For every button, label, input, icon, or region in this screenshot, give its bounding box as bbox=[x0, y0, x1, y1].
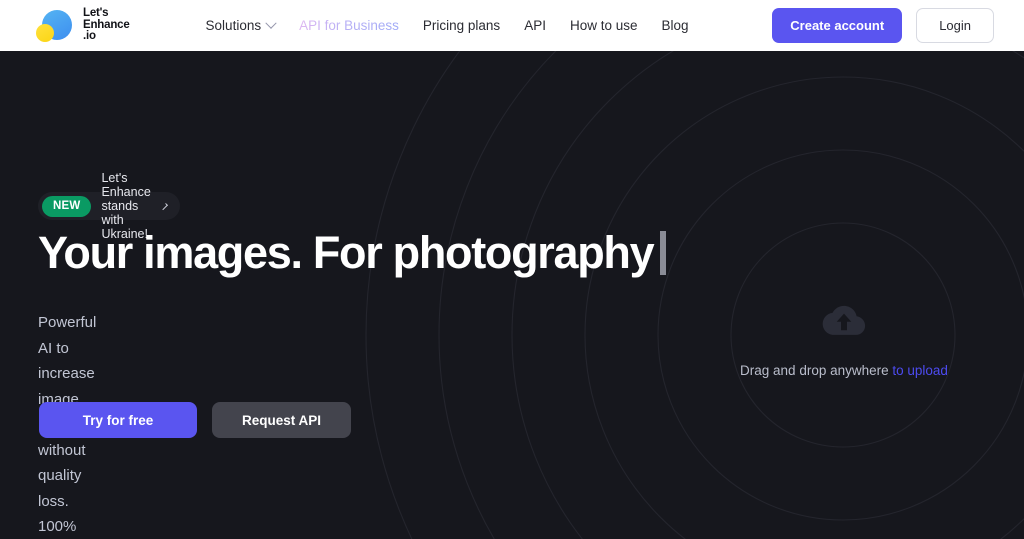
nav-item-label: Pricing plans bbox=[422, 18, 501, 33]
letsenhance-logo-icon bbox=[36, 8, 74, 44]
logo-yellow-circle bbox=[36, 23, 54, 42]
nav-item-blog[interactable]: Blog bbox=[650, 12, 701, 39]
page-title-text: Your images. For photography bbox=[38, 227, 655, 278]
nav-item-pricing-plans[interactable]: Pricing plans bbox=[411, 12, 512, 39]
login-button[interactable]: Login bbox=[916, 8, 994, 43]
request-api-button[interactable]: Request API bbox=[212, 402, 351, 438]
ukraine-banner[interactable]: NEW Let's Enhance stands with Ukraine! bbox=[38, 171, 180, 241]
chevron-down-icon bbox=[265, 17, 277, 29]
site-header: Let's Enhance .io Solutions API for Busi… bbox=[0, 0, 1024, 51]
logo-text: Let's Enhance .io bbox=[83, 7, 130, 43]
header-actions: Create account Login bbox=[772, 8, 994, 43]
dropzone-label: Drag and drop anywhere bbox=[740, 363, 889, 378]
cloud-upload-icon bbox=[822, 305, 866, 335]
chevron-right-icon bbox=[161, 202, 168, 210]
nav-item-label: Blog bbox=[661, 18, 689, 33]
typing-cursor bbox=[660, 230, 667, 275]
nav-item-label: How to use bbox=[569, 18, 638, 33]
nav-item-api[interactable]: API bbox=[512, 12, 558, 39]
nav-item-label: API bbox=[524, 18, 546, 33]
create-account-button[interactable]: Create account bbox=[772, 8, 903, 43]
nav-item-label: API for Business bbox=[299, 18, 399, 33]
nav-item-label: Solutions bbox=[205, 18, 262, 33]
hero-cta-row: Try for free Request API bbox=[39, 402, 351, 438]
logo[interactable]: Let's Enhance .io bbox=[36, 7, 130, 44]
dropzone-text: Drag and drop anywhere to upload bbox=[700, 363, 988, 378]
upload-link[interactable]: to upload bbox=[892, 363, 948, 378]
hero-section: NEW Let's Enhance stands with Ukraine! Y… bbox=[0, 51, 1024, 539]
nav-item-how-to-use[interactable]: How to use bbox=[558, 12, 650, 39]
status-badge: NEW bbox=[42, 195, 92, 217]
concentric-rings-decoration bbox=[365, 51, 1024, 539]
upload-dropzone[interactable]: Drag and drop anywhere to upload bbox=[700, 303, 988, 378]
nav-item-api-for-business[interactable]: API for Business bbox=[287, 12, 411, 39]
nav-item-solutions[interactable]: Solutions bbox=[194, 12, 288, 39]
main-navigation: Solutions API for Business Pricing plans… bbox=[194, 12, 773, 39]
page-title: Your images. For photography bbox=[38, 225, 667, 280]
try-for-free-button[interactable]: Try for free bbox=[39, 402, 197, 438]
